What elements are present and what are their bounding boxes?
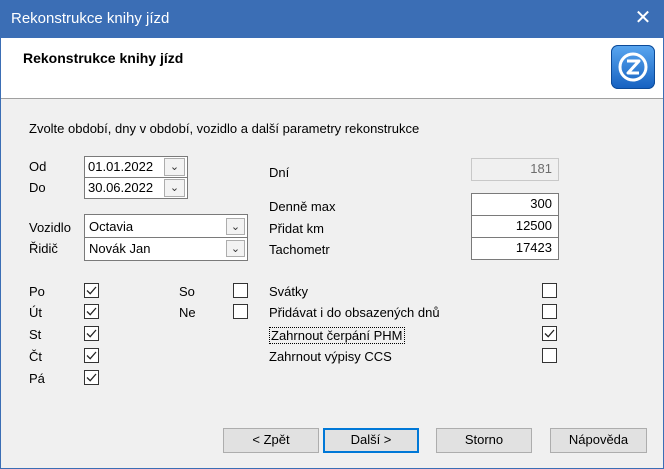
chevron-down-icon[interactable]: ⌄ bbox=[164, 179, 185, 197]
day-label-so: So bbox=[179, 284, 195, 299]
day-checkbox-so[interactable] bbox=[233, 283, 248, 298]
chevron-down-icon[interactable]: ⌄ bbox=[164, 158, 185, 176]
daily-max-input[interactable]: 300 bbox=[471, 193, 559, 216]
driver-label: Řidič bbox=[29, 241, 58, 256]
app-logo-icon bbox=[611, 45, 655, 89]
day-label-ne: Ne bbox=[179, 305, 196, 320]
driver-select[interactable]: Novák Jan ⌄ bbox=[84, 237, 248, 261]
title-bar: Rekonstrukce knihy jízd ✕ bbox=[0, 0, 664, 38]
wizard-header: Rekonstrukce knihy jízd bbox=[1, 38, 663, 99]
option-checkbox-occupied-days[interactable] bbox=[542, 304, 557, 319]
chevron-down-icon[interactable]: ⌄ bbox=[226, 240, 245, 257]
to-label: Do bbox=[29, 180, 46, 195]
odometer-label: Tachometr bbox=[269, 242, 330, 257]
option-checkbox-ccs[interactable] bbox=[542, 348, 557, 363]
checkmark-icon bbox=[86, 286, 97, 295]
from-date-picker[interactable]: 01.01.2022 ⌄ bbox=[84, 156, 188, 178]
option-label-occupied-days: Přidávat i do obsazených dnů bbox=[269, 305, 440, 320]
day-checkbox-st[interactable] bbox=[84, 326, 99, 341]
option-label-ccs: Zahrnout výpisy CCS bbox=[269, 349, 392, 364]
add-km-label: Přidat km bbox=[269, 221, 324, 236]
option-checkbox-holidays[interactable] bbox=[542, 283, 557, 298]
days-count-label: Dní bbox=[269, 165, 290, 180]
daily-max-label: Denně max bbox=[269, 199, 336, 214]
to-date-picker[interactable]: 30.06.2022 ⌄ bbox=[84, 177, 188, 199]
window-title: Rekonstrukce knihy jízd bbox=[11, 10, 170, 27]
vehicle-value: Octavia bbox=[89, 219, 134, 234]
option-label-fuel: Zahrnout čerpání PHM bbox=[269, 327, 405, 344]
help-button[interactable]: Nápověda bbox=[550, 428, 647, 453]
odometer-input[interactable]: 17423 bbox=[471, 237, 559, 260]
checkmark-icon bbox=[544, 329, 555, 338]
from-date-value: 01.01.2022 bbox=[88, 159, 154, 174]
to-date-value: 30.06.2022 bbox=[88, 180, 154, 195]
checkmark-icon bbox=[86, 373, 97, 382]
day-label-po: Po bbox=[29, 284, 45, 299]
option-checkbox-fuel[interactable] bbox=[542, 326, 557, 341]
page-title: Rekonstrukce knihy jízd bbox=[23, 50, 184, 66]
day-checkbox-ut[interactable] bbox=[84, 304, 99, 319]
day-label-st: St bbox=[29, 327, 42, 342]
add-km-input[interactable]: 12500 bbox=[471, 215, 559, 238]
day-label-ut: Út bbox=[29, 305, 42, 320]
cancel-button[interactable]: Storno bbox=[436, 428, 532, 453]
day-checkbox-ct[interactable] bbox=[84, 348, 99, 363]
day-checkbox-pa[interactable] bbox=[84, 370, 99, 385]
days-count-field: 181 bbox=[471, 158, 559, 181]
checkmark-icon bbox=[86, 351, 97, 360]
vehicle-select[interactable]: Octavia ⌄ bbox=[84, 214, 248, 238]
from-label: Od bbox=[29, 159, 47, 174]
day-label-ct: Čt bbox=[29, 349, 42, 364]
checkmark-icon bbox=[86, 329, 97, 338]
chevron-down-icon[interactable]: ⌄ bbox=[226, 218, 245, 235]
close-icon[interactable]: ✕ bbox=[628, 3, 658, 33]
checkmark-icon bbox=[86, 307, 97, 316]
next-button[interactable]: Další > bbox=[323, 428, 419, 453]
day-checkbox-ne[interactable] bbox=[233, 304, 248, 319]
option-label-holidays: Svátky bbox=[269, 284, 309, 299]
driver-value: Novák Jan bbox=[89, 241, 151, 256]
back-button[interactable]: < Zpět bbox=[223, 428, 319, 453]
day-checkbox-po[interactable] bbox=[84, 283, 99, 298]
vehicle-label: Vozidlo bbox=[29, 220, 71, 235]
day-label-pa: Pá bbox=[29, 371, 45, 386]
instructions-text: Zvolte období, dny v období, vozidlo a d… bbox=[29, 121, 420, 136]
